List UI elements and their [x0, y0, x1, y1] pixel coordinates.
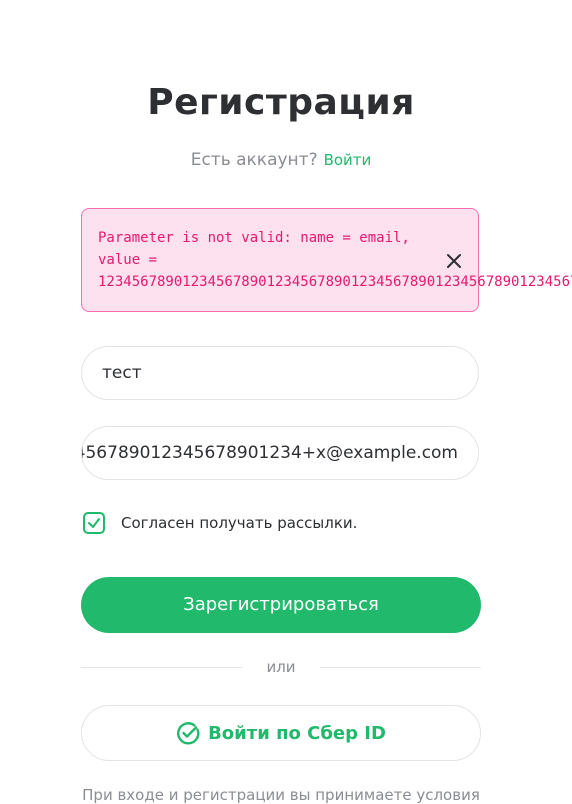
sber-id-button-content: Войти по Сбер ID	[82, 706, 480, 760]
email-input[interactable]: 4567890123456789012345678901234+x@exampl…	[82, 427, 458, 479]
email-field[interactable]: 4567890123456789012345678901234+x@exampl…	[81, 426, 479, 480]
have-account-text: Есть аккаунт?	[190, 150, 318, 170]
page-title: Регистрация	[147, 82, 415, 123]
divider-right	[320, 667, 481, 668]
divider-left	[81, 667, 242, 668]
divider-text: или	[266, 658, 296, 676]
name-input[interactable]	[102, 347, 460, 399]
name-field[interactable]	[81, 346, 479, 400]
login-link[interactable]: Войти	[324, 151, 372, 169]
close-icon[interactable]	[444, 251, 464, 271]
sber-id-label: Войти по Сбер ID	[208, 722, 386, 744]
subscribe-checkbox[interactable]	[83, 512, 105, 534]
sber-id-button[interactable]: Войти по Сбер ID	[81, 705, 481, 761]
have-account-row: Есть аккаунт? Войти	[0, 150, 562, 170]
error-alert: Parameter is not valid: name = email, va…	[81, 208, 572, 312]
error-long-value: 1234567890123456789012345678901234567890…	[98, 274, 572, 290]
subscribe-label: Согласен получать рассылки.	[121, 514, 358, 532]
register-button[interactable]: Зарегистрироваться	[81, 577, 481, 633]
sber-check-icon	[177, 722, 200, 745]
error-message: Parameter is not valid: name = email, va…	[98, 230, 410, 268]
close-icon-svg	[447, 254, 461, 268]
checkmark-icon	[88, 518, 100, 528]
terms-text: При входе и регистрации вы принимаете ус…	[82, 786, 480, 804]
